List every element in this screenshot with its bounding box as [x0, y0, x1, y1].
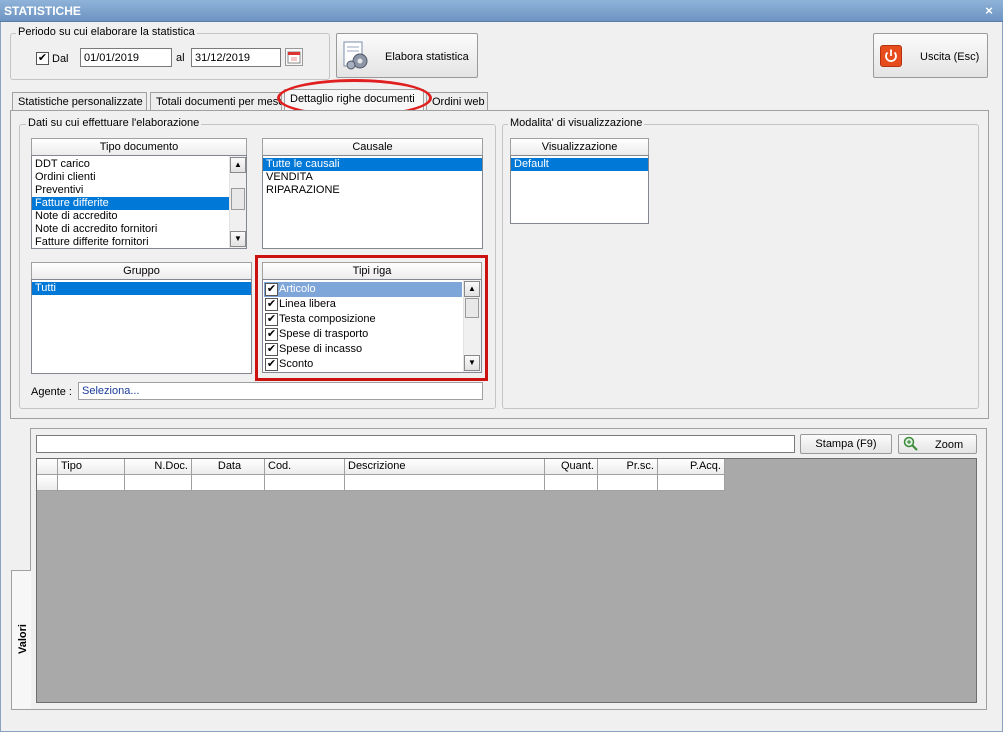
tipo-documento-header: Tipo documento	[31, 138, 247, 156]
column-header[interactable]: Quant.	[545, 459, 598, 475]
column-header[interactable]: Data	[192, 459, 265, 475]
tipo-documento-list[interactable]: DDT carico Ordini clienti Preventivi Fat…	[31, 155, 247, 249]
window-title: STATISTICHE	[4, 4, 81, 18]
calendar-button[interactable]	[285, 48, 303, 66]
close-icon[interactable]: ×	[980, 3, 998, 19]
agente-selector[interactable]: Seleziona...	[78, 382, 483, 400]
list-item[interactable]: Ordini clienti	[32, 171, 229, 184]
column-header[interactable]: Cod.	[265, 459, 345, 475]
checkbox-sconto[interactable]: ✔	[265, 358, 278, 371]
column-header[interactable]: Descrizione	[345, 459, 545, 475]
scrollbar[interactable]: ▲ ▼	[229, 156, 246, 248]
exit-button[interactable]: Uscita (Esc)	[873, 33, 988, 78]
column-header[interactable]: N.Doc.	[125, 459, 192, 475]
stampa-button[interactable]: Stampa (F9)	[800, 434, 892, 454]
checkbox-articolo[interactable]: ✔	[265, 283, 278, 296]
tipo-riga-label: Sconto	[279, 358, 314, 370]
dal-label: Dal	[52, 53, 69, 65]
scroll-down-icon[interactable]: ▼	[230, 231, 246, 247]
list-item-selected[interactable]: Fatture differite	[32, 197, 229, 210]
tipo-riga-label: Spese di trasporto	[279, 328, 369, 340]
list-item-selected[interactable]: Tutte le causali	[263, 158, 482, 171]
table-cell[interactable]	[58, 475, 125, 491]
table-cell[interactable]	[658, 475, 725, 491]
table-cell[interactable]	[345, 475, 545, 491]
gears-icon	[343, 41, 368, 70]
gruppo-list[interactable]: Tutti	[31, 279, 252, 374]
tipi-riga-list[interactable]: ✔ Articolo ✔ Linea libera ✔ Testa compos…	[262, 279, 482, 373]
column-header[interactable]: Tipo	[58, 459, 125, 475]
filter-input[interactable]	[36, 435, 795, 453]
title-bar: STATISTICHE ×	[0, 0, 1003, 22]
tipo-riga-label: Spese di incasso	[279, 343, 363, 355]
grid-corner	[37, 459, 58, 475]
list-item-selected[interactable]: Default	[511, 158, 648, 171]
tab-valori[interactable]: Valori	[11, 570, 31, 710]
power-icon	[880, 45, 902, 67]
causale-list[interactable]: Tutte le causali VENDITA RIPARAZIONE	[262, 155, 483, 249]
list-item[interactable]: Note di accredito	[32, 210, 229, 223]
results-grid[interactable]: Tipo N.Doc. Data Cod. Descrizione Quant.…	[36, 458, 977, 703]
checkbox-linea-libera[interactable]: ✔	[265, 298, 278, 311]
list-item[interactable]: DDT carico	[32, 158, 229, 171]
tab-totali-documenti[interactable]: Totali documenti per mese	[150, 92, 282, 111]
scroll-thumb[interactable]	[465, 298, 479, 318]
checkbox-testa-composizione[interactable]: ✔	[265, 313, 278, 326]
tipo-riga-label: Linea libera	[279, 298, 336, 310]
list-item[interactable]: RIPARAZIONE	[263, 184, 482, 197]
row-header[interactable]	[37, 475, 58, 491]
table-cell[interactable]	[545, 475, 598, 491]
scroll-up-icon[interactable]: ▲	[464, 281, 480, 297]
visualizzazione-header: Visualizzazione	[510, 138, 649, 156]
table-cell[interactable]	[192, 475, 265, 491]
data-group-label: Dati su cui effettuare l'elaborazione	[26, 117, 202, 129]
zoom-icon	[903, 436, 918, 451]
list-item[interactable]: Fatture differite fornitori	[32, 236, 229, 249]
column-header[interactable]: P.Acq.	[658, 459, 725, 475]
al-label: al	[176, 52, 185, 64]
exit-label: Uscita (Esc)	[920, 51, 980, 63]
causale-header: Causale	[262, 138, 483, 156]
tab-statistiche-personalizzate[interactable]: Statistiche personalizzate	[12, 92, 147, 111]
visualizzazione-list[interactable]: Default	[510, 155, 649, 224]
elabora-statistica-button[interactable]: Elabora statistica	[336, 33, 478, 78]
table-cell[interactable]	[598, 475, 658, 491]
period-group-label: Periodo su cui elaborare la statistica	[16, 26, 197, 38]
date-to-input[interactable]	[191, 48, 281, 67]
tab-ordini-web[interactable]: Ordini web	[426, 92, 488, 111]
list-item[interactable]: VENDITA	[263, 171, 482, 184]
tipi-riga-header: Tipi riga	[262, 262, 482, 280]
list-item[interactable]: Note di accredito fornitori	[32, 223, 229, 236]
scrollbar[interactable]: ▲ ▼	[463, 280, 481, 372]
elabora-statistica-label: Elabora statistica	[385, 51, 469, 63]
scroll-up-icon[interactable]: ▲	[230, 157, 246, 173]
calendar-icon	[287, 51, 301, 64]
tipo-riga-label: Articolo	[279, 283, 316, 295]
table-cell[interactable]	[265, 475, 345, 491]
zoom-label: Zoom	[935, 439, 964, 451]
view-group-label: Modalita' di visualizzazione	[508, 117, 645, 129]
list-item[interactable]: Preventivi	[32, 184, 229, 197]
scroll-down-icon[interactable]: ▼	[464, 355, 480, 371]
column-header[interactable]: Pr.sc.	[598, 459, 658, 475]
agente-label: Agente :	[31, 386, 72, 398]
date-from-input[interactable]	[80, 48, 172, 67]
agente-value: Seleziona...	[82, 385, 140, 397]
table-cell[interactable]	[125, 475, 192, 491]
tipo-riga-label: Testa composizione	[279, 313, 376, 325]
checkbox-spese-incasso[interactable]: ✔	[265, 343, 278, 356]
checkbox-spese-trasporto[interactable]: ✔	[265, 328, 278, 341]
gruppo-header: Gruppo	[31, 262, 252, 280]
tab-valori-label: Valori	[16, 624, 29, 654]
dal-checkbox[interactable]: ✔	[36, 52, 49, 65]
zoom-button[interactable]: Zoom	[898, 434, 977, 454]
list-item-selected[interactable]: Tutti	[32, 282, 251, 295]
scroll-thumb[interactable]	[231, 188, 245, 210]
